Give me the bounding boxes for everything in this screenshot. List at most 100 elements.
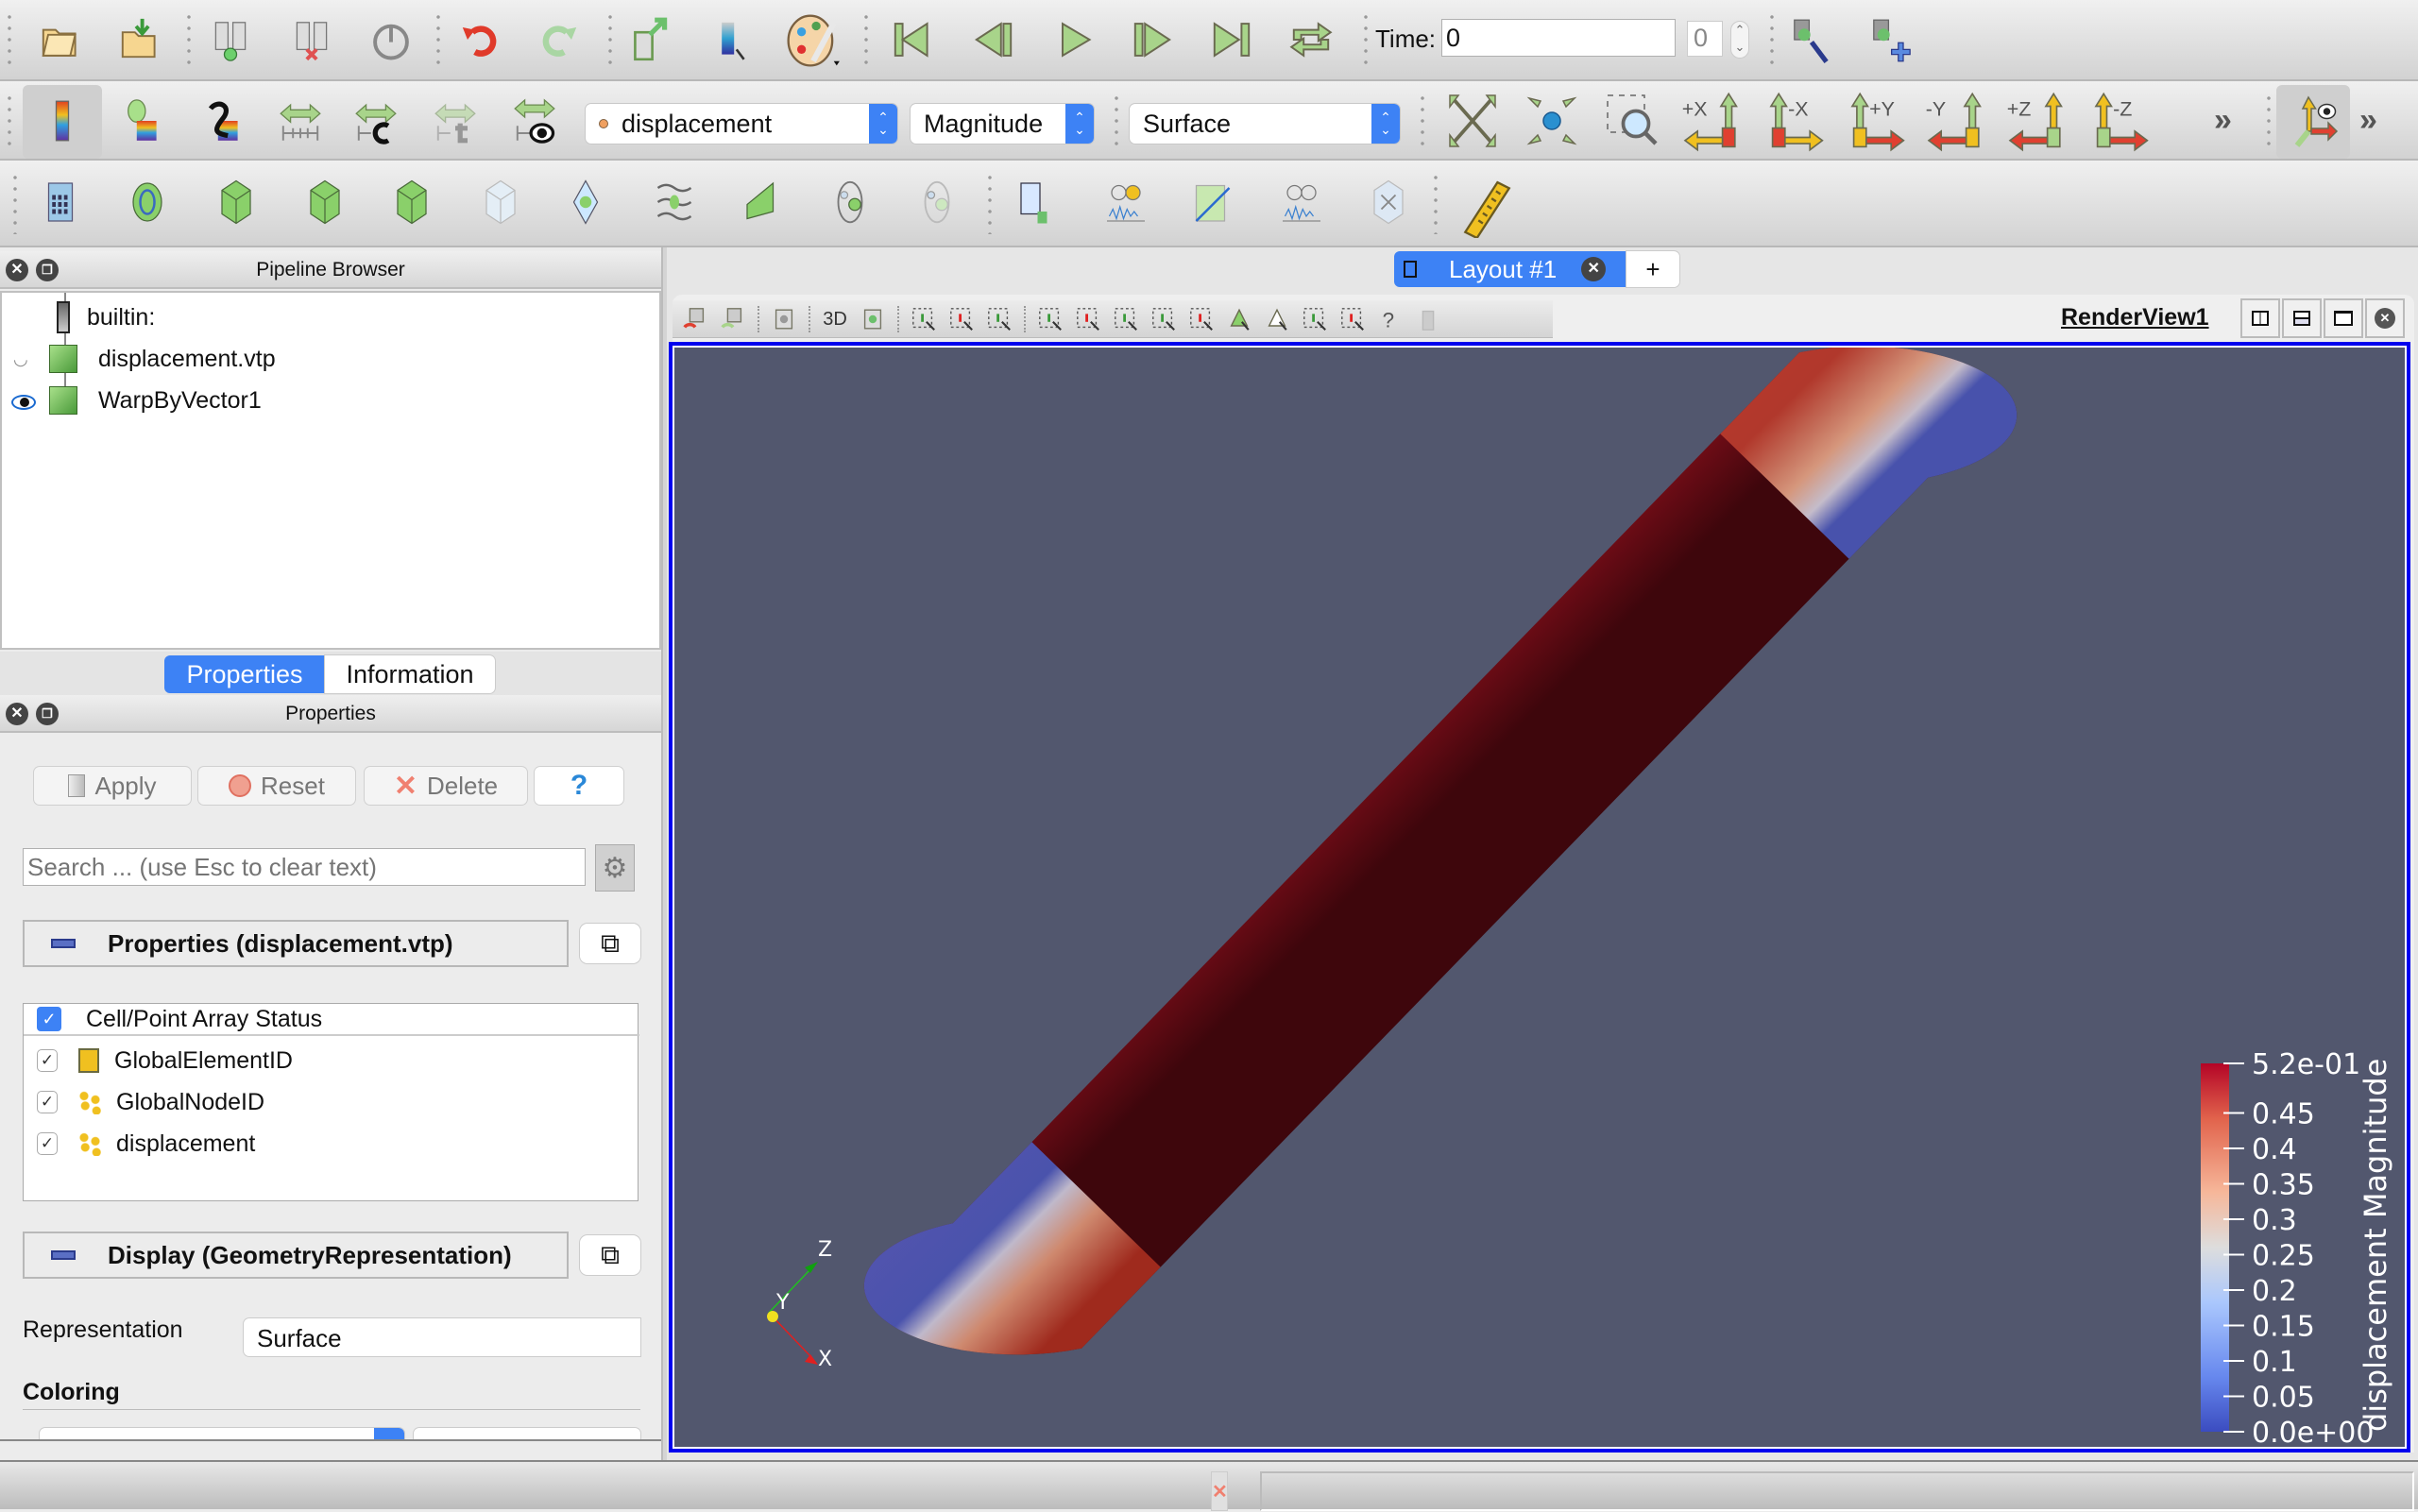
view-plus-x-button[interactable]: +X <box>1677 91 1755 153</box>
tab-layout-1[interactable]: Layout #1 ✕ <box>1394 251 1626 287</box>
component-select[interactable]: Magnitude ⌃ ⌄ <box>911 104 1094 144</box>
tab-information[interactable]: Information <box>325 655 495 693</box>
play-button[interactable] <box>1048 13 1101 66</box>
pipeline-item-warpbyvector1[interactable]: WarpByVector1 <box>2 380 262 421</box>
reset-session-button[interactable] <box>365 13 417 66</box>
tab-properties[interactable]: Properties <box>164 655 325 693</box>
rescale-data-range-button[interactable] <box>274 94 327 147</box>
select-points-frustum-button[interactable] <box>1069 301 1107 337</box>
add-camera-link-button[interactable] <box>1863 11 1919 68</box>
array-row[interactable]: ✓ GlobalElementID <box>24 1042 638 1079</box>
plot-over-line-filter-button[interactable] <box>1186 176 1239 229</box>
previous-frame-button[interactable] <box>967 13 1020 66</box>
view-minus-x-button[interactable]: -X <box>1759 91 1836 153</box>
copy-properties-button[interactable]: ⧉ <box>580 924 640 963</box>
view-link-button[interactable] <box>854 301 892 337</box>
toggle-orientation-axes-button[interactable] <box>2284 93 2344 153</box>
properties-search-input[interactable] <box>23 848 586 886</box>
help-button[interactable]: ? <box>535 767 623 805</box>
interactive-select-cells-button[interactable] <box>1145 301 1183 337</box>
render-canvas[interactable]: ZYX 5.2e-010.450.40.350.30.250.20.150.10… <box>674 348 2405 1447</box>
rescale-custom-button[interactable] <box>196 94 249 147</box>
reset-camera-button[interactable] <box>1438 94 1507 147</box>
reset-camera-undo-button[interactable] <box>676 301 714 337</box>
array-checkbox[interactable]: ✓ <box>37 1049 58 1072</box>
redo-button[interactable] <box>533 13 586 66</box>
select-blocks-button[interactable] <box>1107 301 1145 337</box>
add-layout-tab-button[interactable]: + <box>1626 251 1679 287</box>
hover-cells-button[interactable] <box>1258 301 1296 337</box>
rescale-visible-button[interactable] <box>508 94 561 147</box>
warp-by-vector-filter-button[interactable] <box>735 176 788 229</box>
threshold-filter-button[interactable] <box>385 176 438 229</box>
view-plus-y-button[interactable]: +Y <box>1840 91 1917 153</box>
display-section-header[interactable]: Display (GeometryRepresentation) <box>23 1232 569 1279</box>
properties-section-header[interactable]: Properties (displacement.vtp) <box>23 920 569 967</box>
close-panel-icon[interactable]: ✕ <box>6 259 28 281</box>
next-frame-button[interactable] <box>1126 13 1179 66</box>
toolbar-overflow-button-2[interactable]: » <box>2359 102 2377 139</box>
save-state-button[interactable] <box>623 13 676 66</box>
pipeline-item-displacement-vtp[interactable]: ◡ displacement.vtp <box>2 338 276 380</box>
pipeline-item-builtin[interactable]: builtin: <box>2 297 155 338</box>
representation-select[interactable]: Surface <box>244 1318 640 1356</box>
stream-tracer-filter-button[interactable] <box>648 176 701 229</box>
maximize-view-button[interactable] <box>2324 298 2363 338</box>
color-map-select-button[interactable] <box>703 13 756 66</box>
load-state-button[interactable] <box>113 13 166 66</box>
representation-toolbar-select[interactable]: Surface ⌃ ⌄ <box>1130 104 1400 144</box>
group-datasets-filter-button[interactable] <box>824 176 877 229</box>
find-data-filter-button[interactable] <box>1009 176 1062 229</box>
undo-button[interactable] <box>453 13 506 66</box>
coloring-array-select[interactable] <box>40 1428 404 1439</box>
select-cells-frustum-button[interactable] <box>1031 301 1069 337</box>
plot-selection-over-time-filter-button[interactable] <box>1099 176 1152 229</box>
view-minus-z-button[interactable]: -Z <box>2084 91 2161 153</box>
zoom-closest-button[interactable] <box>1517 94 1587 147</box>
manage-links-button[interactable] <box>1783 11 1840 68</box>
toolbar-grip[interactable] <box>8 11 11 68</box>
array-checkbox[interactable]: ✓ <box>37 1091 58 1113</box>
eye-closed-icon[interactable]: ◡ <box>2 349 40 369</box>
connect-button[interactable] <box>204 13 257 66</box>
view-minus-y-button[interactable]: -Y <box>1921 91 1999 153</box>
ruler-button[interactable] <box>1455 178 1517 240</box>
slice-filter-button[interactable] <box>298 176 351 229</box>
disconnect-button[interactable] <box>285 13 338 66</box>
time-index-spinner[interactable]: ⌃ ⌄ <box>1730 21 1749 59</box>
palette-button[interactable] <box>780 9 846 72</box>
float-panel-icon[interactable]: ❐ <box>36 259 59 281</box>
reset-button[interactable]: Reset <box>198 767 355 805</box>
clear-status-icon[interactable]: ✕ <box>1211 1471 1228 1511</box>
toggle-3d-button[interactable]: 3D <box>816 301 854 337</box>
shrink-selection-button[interactable] <box>1334 301 1371 337</box>
time-index-input[interactable]: 0 <box>1687 21 1723 57</box>
array-row[interactable]: ✓ GlobalNodeID <box>24 1083 638 1121</box>
eye-open-icon[interactable] <box>2 387 40 415</box>
interactive-select-points-button[interactable] <box>1183 301 1220 337</box>
rescale-temporal-button[interactable] <box>429 94 482 147</box>
coloring-component-select[interactable] <box>414 1428 640 1439</box>
calculator-filter-button[interactable] <box>34 176 87 229</box>
extract-subset-filter-button[interactable] <box>474 176 527 229</box>
select-cells-with-polygon-button[interactable] <box>980 301 1018 337</box>
close-layout-icon[interactable]: ✕ <box>1581 257 1607 281</box>
advanced-settings-button[interactable]: ⚙ <box>595 844 635 892</box>
plot-data-filter-button[interactable] <box>1275 176 1328 229</box>
color-array-select[interactable]: displacement ⌃ ⌄ <box>586 104 897 144</box>
capture-screenshot-button[interactable] <box>765 301 803 337</box>
reset-camera-redo-button[interactable] <box>714 301 752 337</box>
toolbar-grip[interactable] <box>8 93 11 147</box>
grow-selection-button[interactable] <box>1296 301 1334 337</box>
extract-selection-filter-button[interactable] <box>1362 176 1415 229</box>
time-input[interactable]: 0 <box>1441 19 1676 57</box>
view-name-label[interactable]: RenderView1 <box>2061 304 2209 331</box>
open-file-button[interactable] <box>34 13 87 66</box>
close-panel-icon[interactable]: ✕ <box>6 703 28 725</box>
rescale-custom-range-button[interactable] <box>349 94 402 147</box>
render-view[interactable]: ZYX 5.2e-01 0.45 0.4 0.35 0.3 0.25 0.2 0.15 0.1 0… <box>669 342 2410 1453</box>
extract-level-filter-button[interactable] <box>911 176 963 229</box>
split-horizontal-button[interactable] <box>2240 298 2280 338</box>
toolbar-grip[interactable] <box>13 172 17 234</box>
query-button[interactable]: ? <box>1371 301 1409 337</box>
